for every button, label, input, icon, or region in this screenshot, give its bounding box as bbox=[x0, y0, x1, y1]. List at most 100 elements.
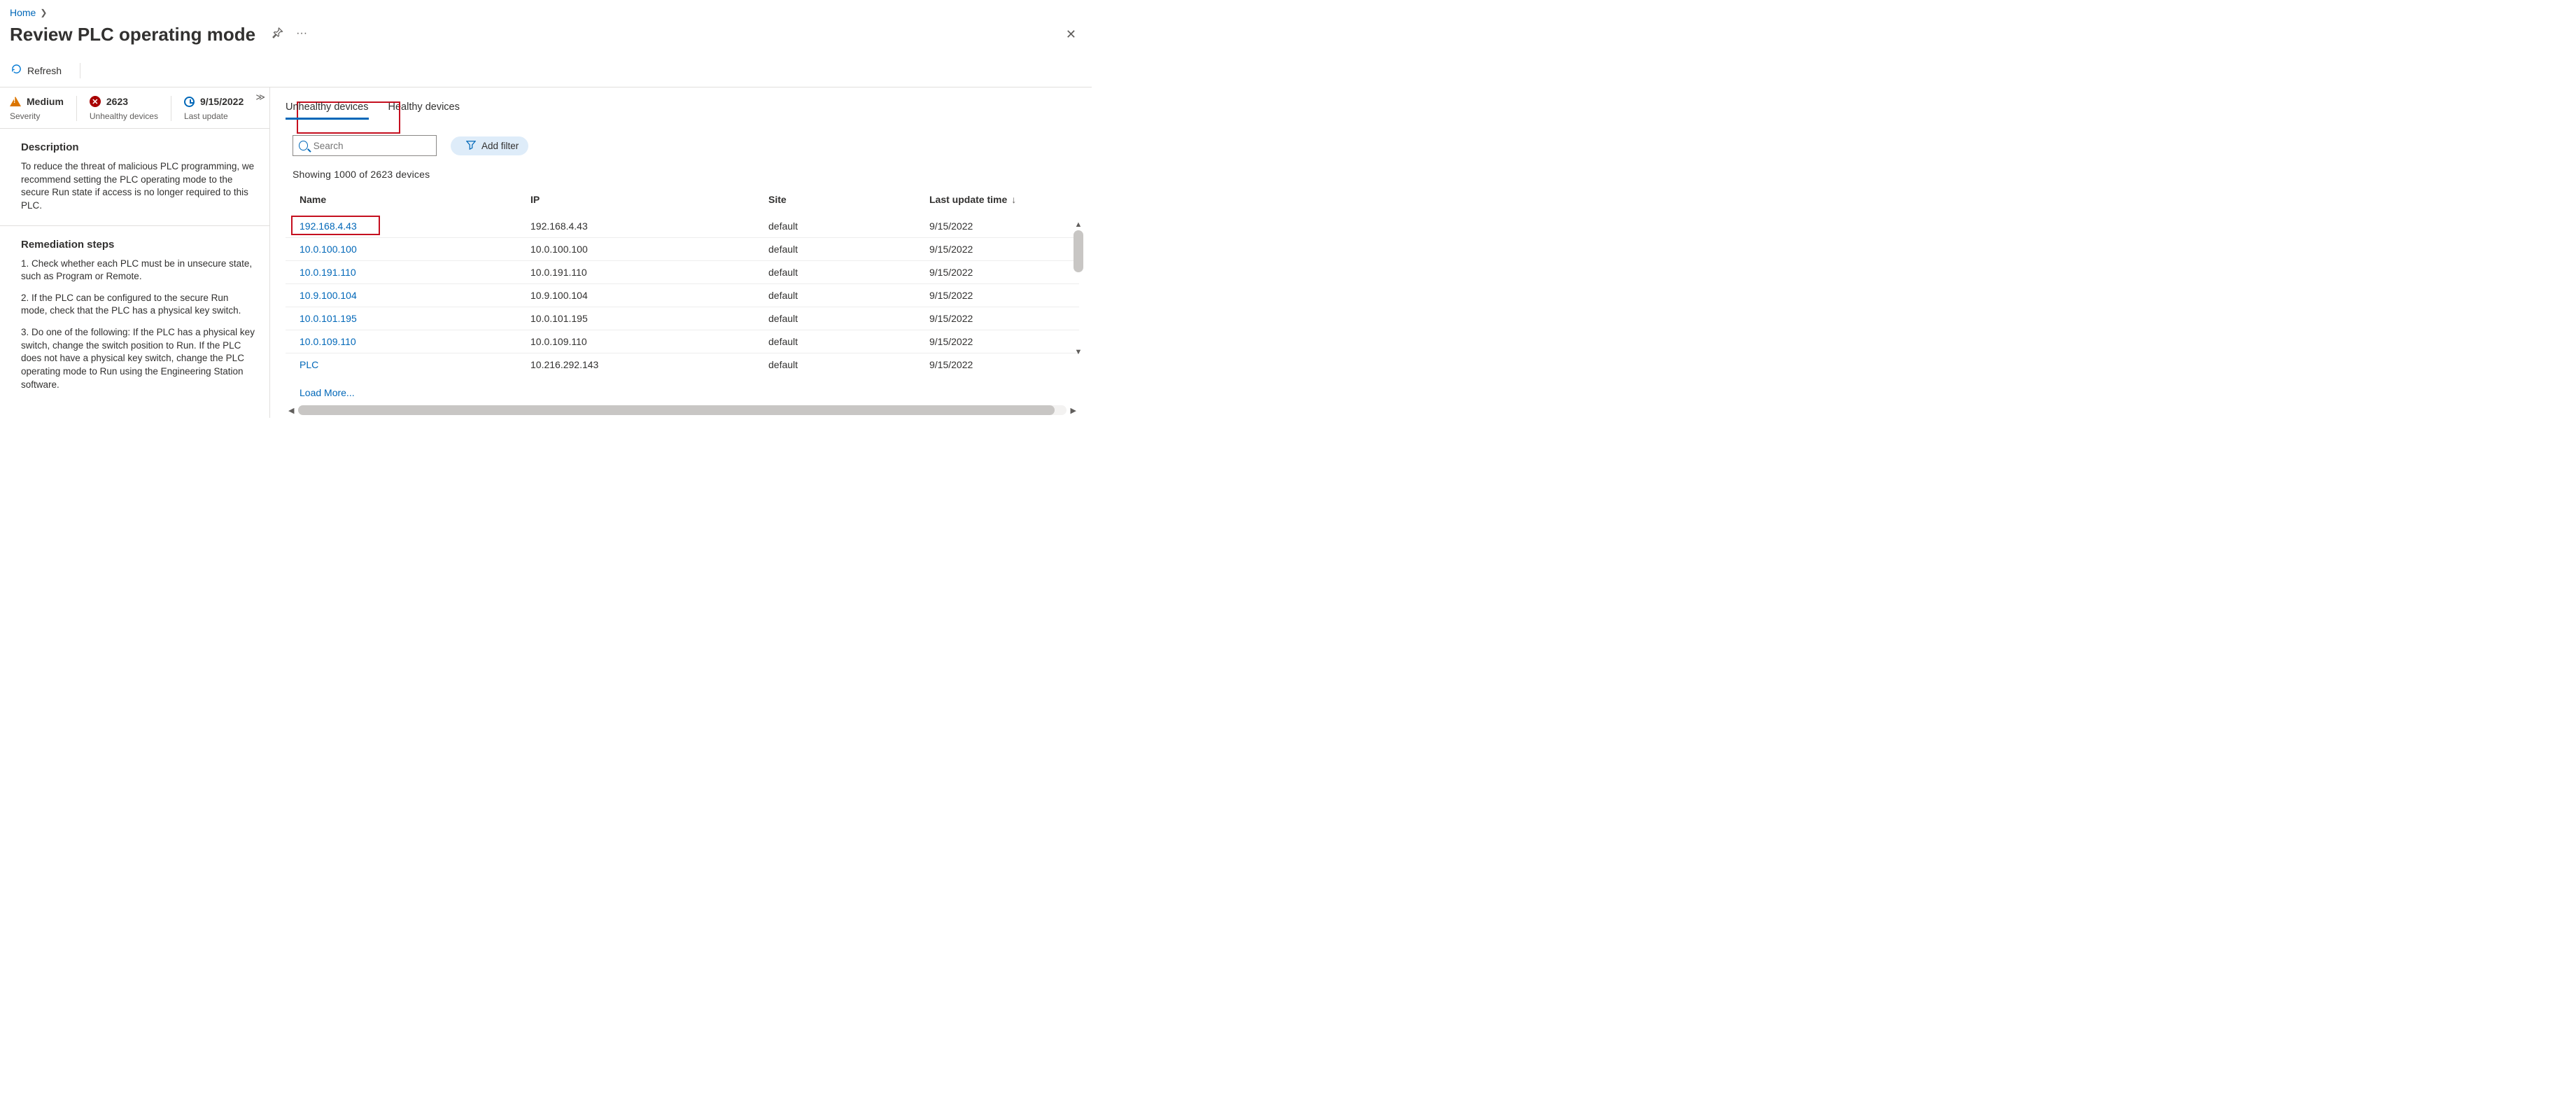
table-row[interactable]: 10.0.191.11010.0.191.110default9/15/2022 bbox=[286, 261, 1079, 284]
search-icon bbox=[299, 141, 308, 150]
device-name-link[interactable]: 192.168.4.43 bbox=[300, 220, 357, 232]
description-heading: Description bbox=[21, 141, 255, 153]
device-name-link[interactable]: 10.0.109.110 bbox=[300, 336, 356, 347]
col-ip[interactable]: IP bbox=[523, 184, 761, 215]
stat-last-update: 9/15/2022 Last update bbox=[171, 96, 256, 121]
device-tabs: Unhealthy devices Healthy devices bbox=[286, 97, 1079, 120]
devices-table: Name IP Site Last update time↓ 192.168.4… bbox=[286, 184, 1079, 376]
scroll-down-icon[interactable]: ▼ bbox=[1075, 348, 1083, 356]
last-update-label: Last update bbox=[184, 111, 244, 121]
add-filter-label: Add filter bbox=[481, 141, 519, 151]
sort-desc-icon: ↓ bbox=[1011, 194, 1016, 205]
device-last-update: 9/15/2022 bbox=[922, 238, 1079, 261]
close-button[interactable]: ✕ bbox=[1060, 24, 1082, 45]
table-row[interactable]: 10.9.100.10410.9.100.104default9/15/2022 bbox=[286, 284, 1079, 307]
unhealthy-value: 2623 bbox=[106, 96, 128, 107]
device-last-update: 9/15/2022 bbox=[922, 330, 1079, 353]
remediation-step-3: 3. Do one of the following: If the PLC h… bbox=[21, 326, 255, 391]
table-row[interactable]: 192.168.4.43192.168.4.43default9/15/2022 bbox=[286, 215, 1079, 238]
device-last-update: 9/15/2022 bbox=[922, 284, 1079, 307]
stat-severity: Medium Severity bbox=[10, 96, 76, 121]
device-ip: 10.216.292.143 bbox=[523, 353, 761, 377]
device-name-link[interactable]: 10.9.100.104 bbox=[300, 290, 357, 301]
device-site: default bbox=[761, 261, 922, 284]
more-icon[interactable]: ··· bbox=[296, 27, 307, 42]
breadcrumb-home[interactable]: Home bbox=[10, 7, 36, 18]
breadcrumb: Home ❯ bbox=[0, 0, 1092, 20]
expand-stats-icon[interactable]: ≫ bbox=[255, 92, 265, 103]
description-section: Description To reduce the threat of mali… bbox=[0, 128, 269, 225]
device-last-update: 9/15/2022 bbox=[922, 353, 1079, 377]
device-ip: 10.0.101.195 bbox=[523, 307, 761, 330]
device-site: default bbox=[761, 284, 922, 307]
error-icon: ✕ bbox=[90, 96, 101, 107]
table-row[interactable]: 10.0.109.11010.0.109.110default9/15/2022 bbox=[286, 330, 1079, 353]
description-body: To reduce the threat of malicious PLC pr… bbox=[21, 160, 255, 213]
device-ip: 10.0.109.110 bbox=[523, 330, 761, 353]
result-count: Showing 1000 of 2623 devices bbox=[293, 169, 1079, 180]
device-site: default bbox=[761, 353, 922, 377]
remediation-step-2: 2. If the PLC can be configured to the s… bbox=[21, 292, 255, 318]
page-header: Review PLC operating mode ··· ✕ bbox=[0, 20, 1092, 55]
device-ip: 10.9.100.104 bbox=[523, 284, 761, 307]
clock-icon bbox=[184, 97, 195, 107]
scroll-right-icon[interactable]: ▶ bbox=[1068, 406, 1079, 415]
severity-value: Medium bbox=[27, 96, 64, 107]
summary-stats: Medium Severity ✕2623 Unhealthy devices … bbox=[0, 87, 269, 128]
device-name-link[interactable]: 10.0.191.110 bbox=[300, 267, 356, 278]
chevron-right-icon: ❯ bbox=[40, 8, 47, 17]
table-header-row: Name IP Site Last update time↓ bbox=[286, 184, 1079, 215]
search-input-wrapper[interactable] bbox=[293, 135, 437, 156]
vertical-scrollbar[interactable]: ▲ ▼ bbox=[1074, 220, 1083, 356]
remediation-step-1: 1. Check whether each PLC must be in uns… bbox=[21, 258, 255, 283]
table-row[interactable]: PLC 10.216.292.143default9/15/2022 bbox=[286, 353, 1079, 377]
device-name-link[interactable]: PLC bbox=[300, 359, 318, 370]
refresh-icon bbox=[11, 64, 22, 77]
severity-label: Severity bbox=[10, 111, 64, 121]
col-site[interactable]: Site bbox=[761, 184, 922, 215]
device-last-update: 9/15/2022 bbox=[922, 307, 1079, 330]
command-bar: Refresh bbox=[0, 55, 1092, 87]
page-title: Review PLC operating mode bbox=[10, 24, 255, 45]
device-site: default bbox=[761, 238, 922, 261]
device-last-update: 9/15/2022 bbox=[922, 215, 1079, 238]
pin-icon[interactable] bbox=[272, 27, 283, 42]
details-panel: Medium Severity ✕2623 Unhealthy devices … bbox=[0, 87, 270, 418]
search-input[interactable] bbox=[314, 141, 430, 151]
stat-unhealthy: ✕2623 Unhealthy devices bbox=[76, 96, 171, 121]
hscroll-track[interactable] bbox=[298, 405, 1066, 415]
scroll-thumb[interactable] bbox=[1074, 230, 1083, 272]
add-filter-button[interactable]: Add filter bbox=[451, 136, 528, 155]
load-more-link[interactable]: Load More... bbox=[300, 387, 1079, 398]
col-name[interactable]: Name bbox=[286, 184, 523, 215]
col-last-update[interactable]: Last update time↓ bbox=[922, 184, 1079, 215]
device-site: default bbox=[761, 307, 922, 330]
table-row[interactable]: 10.0.101.19510.0.101.195default9/15/2022 bbox=[286, 307, 1079, 330]
table-row[interactable]: 10.0.100.10010.0.100.100default9/15/2022 bbox=[286, 238, 1079, 261]
filter-row: Add filter bbox=[293, 135, 1079, 156]
remediation-section: Remediation steps 1. Check whether each … bbox=[0, 225, 269, 405]
device-name-link[interactable]: 10.0.101.195 bbox=[300, 313, 357, 324]
refresh-button[interactable]: Refresh bbox=[10, 61, 63, 80]
last-update-value: 9/15/2022 bbox=[200, 96, 244, 107]
hscroll-thumb[interactable] bbox=[298, 405, 1055, 415]
device-last-update: 9/15/2022 bbox=[922, 261, 1079, 284]
device-site: default bbox=[761, 215, 922, 238]
device-ip: 10.0.191.110 bbox=[523, 261, 761, 284]
scroll-track[interactable] bbox=[1074, 230, 1083, 346]
refresh-label: Refresh bbox=[27, 65, 62, 76]
remediation-heading: Remediation steps bbox=[21, 239, 255, 251]
device-ip: 10.0.100.100 bbox=[523, 238, 761, 261]
tab-healthy-devices[interactable]: Healthy devices bbox=[388, 97, 460, 120]
device-name-link[interactable]: 10.0.100.100 bbox=[300, 244, 357, 255]
scroll-up-icon[interactable]: ▲ bbox=[1075, 220, 1083, 229]
device-site: default bbox=[761, 330, 922, 353]
scroll-left-icon[interactable]: ◀ bbox=[286, 406, 297, 415]
tab-unhealthy-devices[interactable]: Unhealthy devices bbox=[286, 97, 369, 120]
header-actions: ··· bbox=[272, 27, 307, 42]
devices-panel: Unhealthy devices Healthy devices Add fi… bbox=[270, 87, 1092, 418]
filter-icon bbox=[466, 140, 476, 152]
horizontal-scrollbar[interactable]: ◀ ▶ bbox=[286, 405, 1079, 415]
device-ip: 192.168.4.43 bbox=[523, 215, 761, 238]
warning-icon bbox=[10, 97, 21, 106]
